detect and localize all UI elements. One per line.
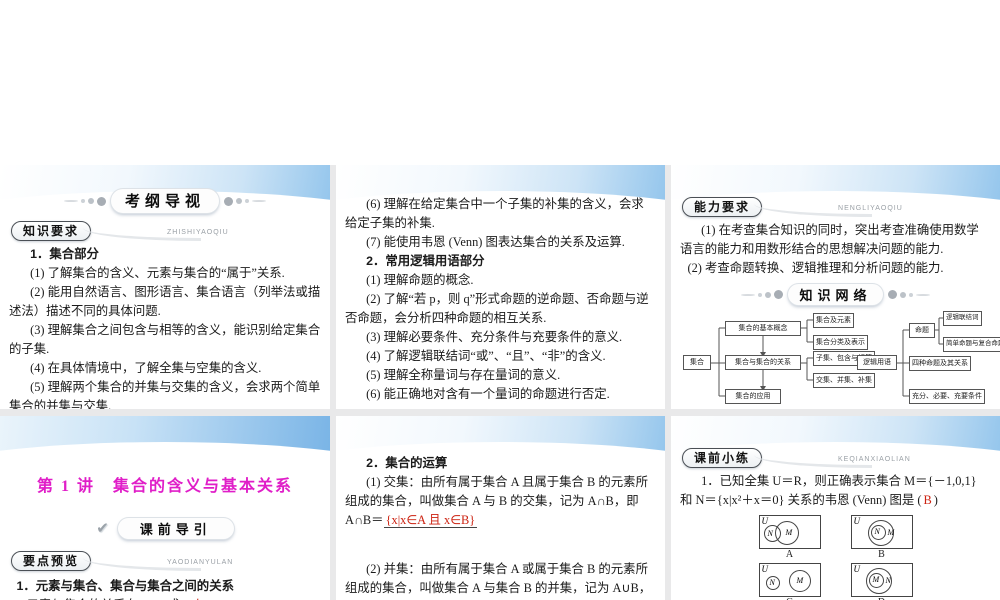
knowledge-network-diagram: 集合 集合的基本概念 集合与集合的关系 集合的应用 集合及元素 集合分类及表示 … xyxy=(681,311,1000,409)
venn-option-a: U N M A xyxy=(758,515,821,560)
venn-options: U N M A U N M B U N M U M N xyxy=(680,515,991,600)
set-n-label: N xyxy=(885,576,891,585)
tab-label: 能力要求 xyxy=(682,197,763,217)
network-node: 集合分类及表示 xyxy=(813,335,868,350)
checkmark-icon: ✔ xyxy=(96,521,109,537)
venn-rect: U N M xyxy=(758,563,821,597)
section-tab-exercise: 课前小练 KEQIANXIAOLIAN xyxy=(682,448,991,468)
universe-label: U xyxy=(761,564,769,574)
banner-dots-left xyxy=(63,196,106,206)
heading-operations: 2．集合的运算 xyxy=(366,456,448,470)
banner-dots-right xyxy=(887,290,930,299)
heading-logic-part: 2．常用逻辑用语部分 xyxy=(366,254,485,268)
set-n-label: N xyxy=(769,578,775,587)
lecture-title: 第 1 讲 集合的含义与基本关系 xyxy=(36,478,293,495)
outline-item: (7) 能使用韦恩 (Venn) 图表达集合的关系及运算. xyxy=(366,235,625,249)
outline-item: (2) 能用自然语言、图形语言、集合语言（列举法或描述法）描述不同的具体问题. xyxy=(9,285,321,318)
outline-item: (5) 理解全称量词与存在量词的意义. xyxy=(366,368,561,382)
set-m-label: M xyxy=(785,528,793,537)
network-node: 集合 xyxy=(683,355,711,370)
network-node: 交集、并集、补集 xyxy=(813,373,875,388)
banner-dots-left xyxy=(741,290,784,299)
slide-1-exam-outline[interactable]: 考纲导视 知识要求 ZHISHIYAOQIU 1．集合部分 (1) 了解集合的含… xyxy=(0,165,330,409)
venn-option-c: U N M C xyxy=(758,563,821,600)
tab-pinyin: YAODIANYULAN xyxy=(167,559,234,566)
section-tab-ability: 能力要求 NENGLIYAOQIU xyxy=(682,197,991,217)
question-1: (1) 元素与集合的关系有“∈” 或 “∉”. xyxy=(9,596,321,600)
slides-preview-page: 考纲导视 知识要求 ZHISHIYAOQIU 1．集合部分 (1) 了解集合的含… xyxy=(0,0,1000,600)
banner-zhishiwangluo: 知识网络 xyxy=(680,284,991,305)
network-node: 充分、必要、充要条件 xyxy=(909,389,985,404)
tab-pinyin: ZHISHIYAOQIU xyxy=(167,229,229,236)
banner-keqiandaoyin: ✔ 课前导引 xyxy=(9,518,321,539)
heading-set-part: 1．集合部分 xyxy=(30,247,99,261)
definition-intersection: (1) 交集：由所有属于集合 A 且属于集合 B 的元素所组成的集合，叫做集合 … xyxy=(345,473,656,530)
outline-item: (6) 理解在给定集合中一个子集的补集的含义，会求给定子集的补集. xyxy=(345,197,644,230)
outline-item: (4) 在具体情境中，了解全集与空集的含义. xyxy=(30,361,262,375)
option-letter: A xyxy=(785,549,794,560)
tab-pinyin: KEQIANXIAOLIAN xyxy=(838,456,911,463)
set-n-label: N xyxy=(874,527,880,536)
network-node: 简单命题与复合命题 xyxy=(943,337,1000,352)
section-tab-knowledge: 知识要求 ZHISHIYAOQIU xyxy=(11,221,321,241)
outline-item: (3) 理解必要条件、充分条件与充要条件的意义. xyxy=(366,330,623,344)
venn-rect: U N M xyxy=(850,515,913,549)
slide-5-set-operations[interactable]: 2．集合的运算 (1) 交集：由所有属于集合 A 且属于集合 B 的元素所组成的… xyxy=(336,416,665,600)
venn-rect: U N M xyxy=(758,515,821,549)
outline-item: (1) 了解集合的含义、元素与集合的“属于”关系. xyxy=(30,266,285,280)
banner-kaogangdaoshi: 考纲导视 xyxy=(9,189,321,213)
outline-item: (4) 了解逻辑联结词“或”、“且”、“非”的含义. xyxy=(366,349,606,363)
outline-item: (5) 理解两个集合的并集与交集的含义，会求两个简单集合的并集与交集. xyxy=(9,380,321,409)
banner-title: 考纲导视 xyxy=(110,189,219,213)
slide-2-logic-outline[interactable]: (6) 理解在给定集合中一个子集的补集的含义，会求给定子集的补集. (7) 能使… xyxy=(336,165,665,409)
outline-item: (6) 能正确地对含有一个量词的命题进行否定. xyxy=(366,387,610,401)
exq1-suffix: ) xyxy=(933,493,938,507)
slide-4-lecture-title[interactable]: 第 1 讲 集合的含义与基本关系 ✔ 课前导引 要点预览 YAODIANYULA… xyxy=(0,416,330,600)
network-node: 集合及元素 xyxy=(813,313,854,328)
universe-label: U xyxy=(761,516,769,526)
venn-rect: U M N xyxy=(850,563,913,597)
set-m-label: M xyxy=(887,528,895,537)
exercise-question-1: 1．已知全集 U＝R，则正确表示集合 M＝{－1,0,1} 和 N＝{x|x²＋… xyxy=(680,472,991,510)
outline-item: (2) 了解“若 p，则 q”形式命题的逆命题、否命题与逆否命题，会分析四种命题… xyxy=(345,292,649,325)
ability-item: (1) 在考查集合知识的同时，突出考查准确使用数学语言的能力和用数形结合的思想解… xyxy=(680,223,979,256)
definition-union: (2) 并集：由所有属于集合 A 或属于集合 B 的元素所组成的集合，叫做集合 … xyxy=(345,560,656,600)
section-tab-preview: 要点预览 YAODIANYULAN xyxy=(11,551,321,571)
tab-pinyin: NENGLIYAOQIU xyxy=(838,205,903,212)
exq1-answer: B xyxy=(923,493,932,507)
union-text: (2) 并集：由所有属于集合 A 或属于集合 B 的元素所组成的集合，叫做集合 … xyxy=(345,562,652,595)
universe-label: U xyxy=(853,564,861,574)
tab-label: 要点预览 xyxy=(11,551,92,571)
outline-item: (3) 理解集合之间包含与相等的含义，能识别给定集合的子集. xyxy=(9,323,321,356)
intersection-answer: {x|x∈A 且 x∈B} xyxy=(383,513,478,528)
network-node: 逻辑联结词 xyxy=(943,311,982,326)
slide-6-pre-exercise[interactable]: 课前小练 KEQIANXIAOLIAN 1．已知全集 U＝R，则正确表示集合 M… xyxy=(671,416,1000,600)
banner-title: 知识网络 xyxy=(788,284,883,305)
outline-item: (1) 理解命题的概念. xyxy=(366,273,474,287)
tab-label: 课前小练 xyxy=(682,448,763,468)
network-node: 逻辑用语 xyxy=(857,355,897,370)
network-node: 命题 xyxy=(909,323,935,338)
banner-dots-right xyxy=(224,196,266,206)
network-node: 集合与集合的关系 xyxy=(725,355,801,370)
network-node: 集合的基本概念 xyxy=(725,321,801,336)
set-m-label: M xyxy=(872,575,880,584)
venn-option-d: U M N D xyxy=(850,563,913,600)
option-letter: B xyxy=(878,549,885,560)
ability-item: (2) 考查命题转换、逻辑推理和分析问题的能力. xyxy=(687,261,944,275)
heading-relation: 1．元素与集合、集合与集合之间的关系 xyxy=(16,579,234,593)
universe-label: U xyxy=(853,516,861,526)
slide-3-ability-network[interactable]: 能力要求 NENGLIYAOQIU (1) 在考查集合知识的同时，突出考查准确使… xyxy=(671,165,1000,409)
slide-grid: 考纲导视 知识要求 ZHISHIYAOQIU 1．集合部分 (1) 了解集合的含… xyxy=(0,165,1000,600)
tab-label: 知识要求 xyxy=(11,221,92,241)
set-n-label: N xyxy=(767,529,773,538)
banner-title: 课前导引 xyxy=(117,518,234,539)
network-node: 四种命题及其关系 xyxy=(909,356,971,371)
venn-option-b: U N M B xyxy=(850,515,913,560)
network-node: 集合的应用 xyxy=(725,389,781,404)
set-m-label: M xyxy=(796,576,804,585)
